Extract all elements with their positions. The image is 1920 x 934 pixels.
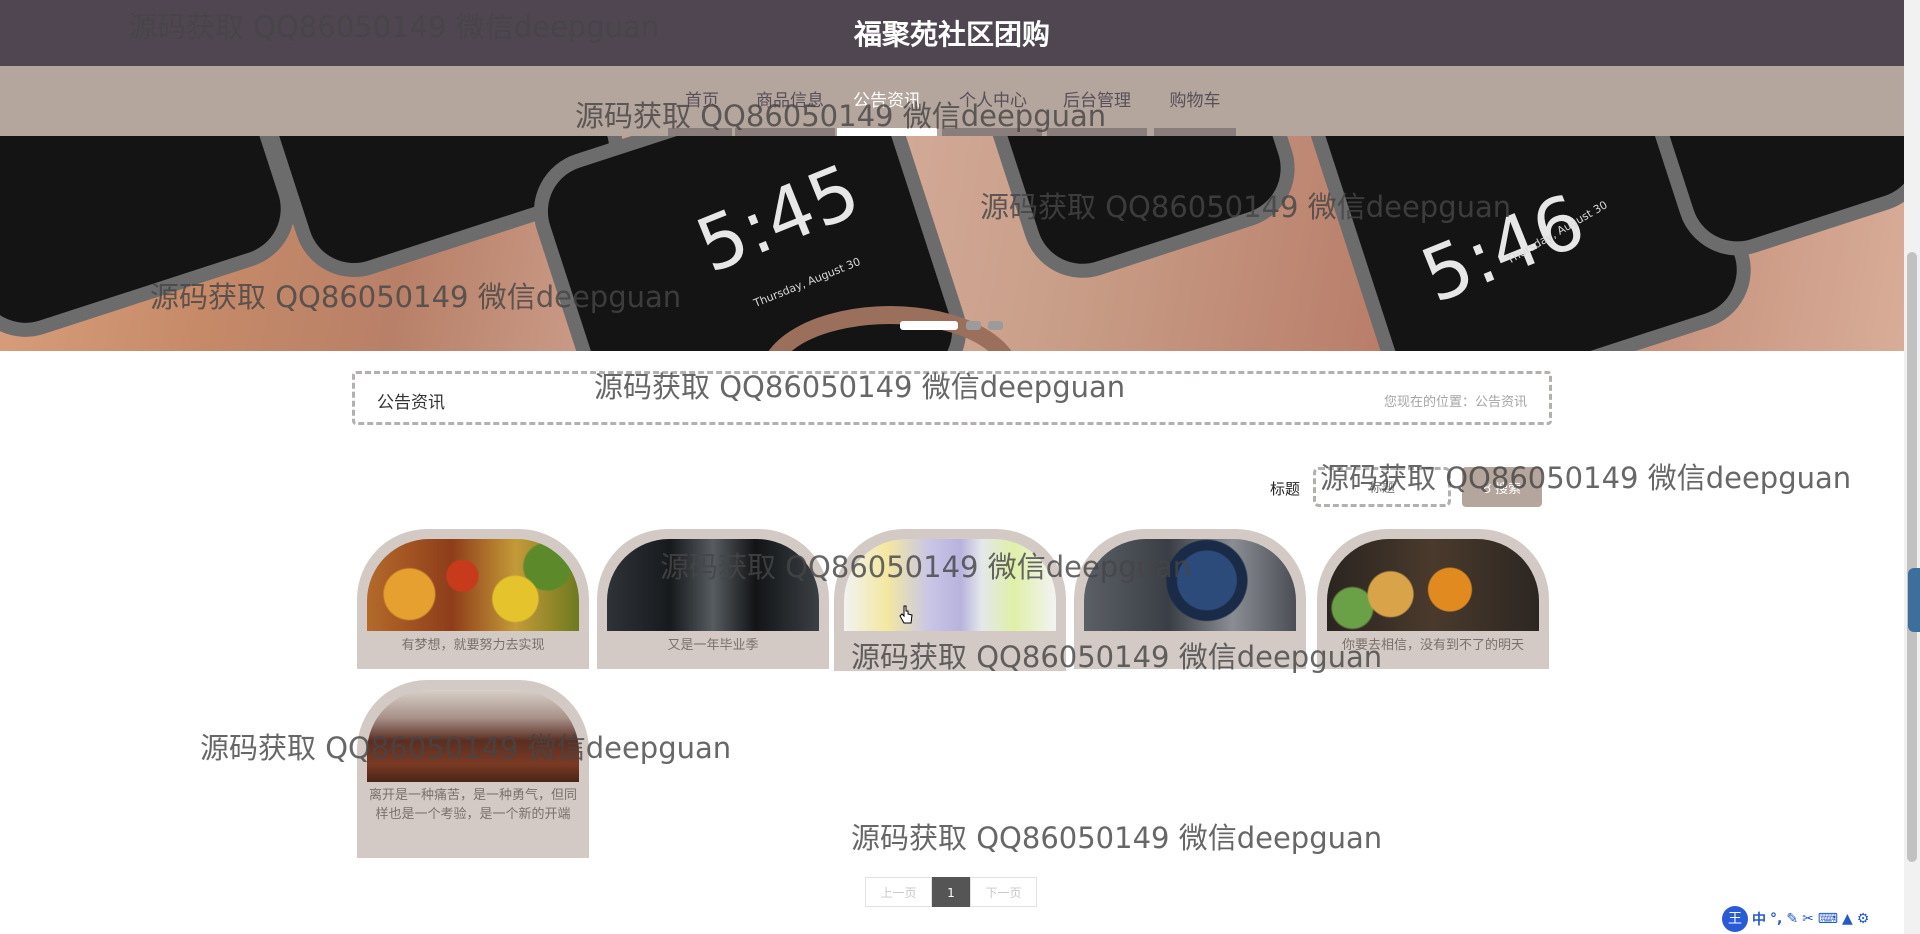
oven-image — [607, 539, 819, 631]
site-title: 福聚苑社区团购 — [853, 18, 1050, 51]
watermark: 源码获取 QQ86050149 微信deepguan — [851, 821, 1383, 855]
next-page-button[interactable]: 下一页 — [970, 877, 1037, 907]
search-button-label: 搜索 — [1495, 480, 1522, 496]
settings-icon[interactable]: ⚙ — [1857, 911, 1870, 927]
nav-item-label: 后台管理 — [1063, 91, 1131, 111]
scissors-icon[interactable]: ✂ — [1802, 911, 1814, 927]
ime-toolbar: 王 中 °, ✎ ✂ ⌨ ▲ ⚙ — [1722, 906, 1904, 932]
hero-carousel[interactable]: 5:45 Thursday, August 30 5:46 Thursday, … — [0, 136, 1904, 351]
news-card[interactable] — [1074, 529, 1306, 669]
carousel-dot-3[interactable] — [988, 321, 1003, 330]
page-number-button[interactable]: 1 — [932, 877, 970, 907]
side-tab[interactable] — [1908, 568, 1920, 632]
news-card-title: 又是一年毕业季 — [667, 638, 759, 653]
news-card-title: 有梦想，就要努力去实现 — [401, 638, 545, 653]
nav-indicator-home — [668, 128, 732, 136]
nav-item-label: 商品信息 — [756, 91, 824, 111]
nav-item-label: 首页 — [685, 91, 719, 111]
phones-image — [844, 539, 1056, 631]
nav-item-cart[interactable]: 购物车 — [1154, 83, 1236, 119]
news-card-title: 你要去相信，没有到不了的明天 — [1341, 638, 1524, 653]
nav-item-products[interactable]: 商品信息 — [744, 83, 836, 119]
nav-item-label: 公告资讯 — [853, 91, 921, 111]
breadcrumb: 公告资讯 您现在的位置：公告资讯 — [352, 371, 1552, 425]
pen-icon[interactable]: ✎ — [1786, 911, 1798, 927]
drinks-image — [1327, 539, 1539, 631]
nav-item-announcements[interactable]: 公告资讯 — [836, 83, 938, 119]
shirt-icon[interactable]: ▲ — [1842, 911, 1853, 927]
fruit-image — [367, 539, 579, 631]
news-card[interactable]: 离开是一种痛苦，是一种勇气，但同样也是一个考验，是一个新的开端 — [357, 680, 589, 858]
keyboard-icon[interactable]: ⌨ — [1818, 911, 1838, 927]
watch-image — [1084, 539, 1296, 631]
hand-cursor-icon — [899, 605, 913, 624]
search-icon: ☌ — [1482, 480, 1492, 496]
breadcrumb-location: 您现在的位置：公告资讯 — [1383, 395, 1527, 410]
prev-page-button[interactable]: 上一页 — [865, 877, 932, 907]
search-button[interactable]: ☌ 搜索 — [1462, 467, 1542, 507]
news-card[interactable]: 你要去相信，没有到不了的明天 — [1317, 529, 1549, 669]
phone-image — [0, 136, 311, 351]
carousel-dot-2[interactable] — [966, 321, 981, 330]
living-room-image — [367, 690, 579, 782]
nav-item-home[interactable]: 首页 — [670, 83, 734, 119]
news-card[interactable]: 有梦想，就要努力去实现 — [357, 529, 589, 669]
nav-item-admin[interactable]: 后台管理 — [1046, 83, 1148, 119]
ime-logo-icon[interactable]: 王 — [1722, 906, 1748, 932]
ime-mode-toggle[interactable]: 中 — [1752, 909, 1766, 929]
nav-indicator-active — [837, 128, 937, 136]
site-header: 福聚苑社区团购 — [0, 0, 1904, 66]
news-card[interactable]: 又是一年毕业季 — [597, 529, 829, 669]
nav-item-profile[interactable]: 个人中心 — [942, 83, 1044, 119]
nav-item-label: 购物车 — [1169, 91, 1221, 111]
page-title: 公告资讯 — [377, 393, 445, 413]
scrollbar-thumb[interactable] — [1907, 252, 1917, 862]
vertical-scrollbar[interactable] — [1904, 0, 1920, 934]
phone-image — [969, 136, 1311, 294]
nav-indicator-products — [735, 128, 835, 136]
news-card-title: 离开是一种痛苦，是一种勇气，但同样也是一个考验，是一个新的开端 — [368, 788, 577, 822]
news-card[interactable] — [834, 529, 1066, 671]
punctuation-icon[interactable]: °, — [1770, 911, 1782, 927]
nav-indicator-cart — [1154, 128, 1236, 136]
carousel-dot-1[interactable] — [900, 321, 958, 330]
nav-indicator-admin — [1047, 128, 1147, 136]
pagination: 上一页 1 下一页 — [865, 877, 1037, 907]
search-label: 标题 — [1270, 480, 1301, 498]
main-nav: 首页 商品信息 公告资讯 个人中心 后台管理 购物车 — [0, 66, 1904, 136]
nav-item-label: 个人中心 — [959, 91, 1027, 111]
search-input[interactable] — [1313, 467, 1451, 507]
nav-indicator-profile — [942, 128, 1042, 136]
